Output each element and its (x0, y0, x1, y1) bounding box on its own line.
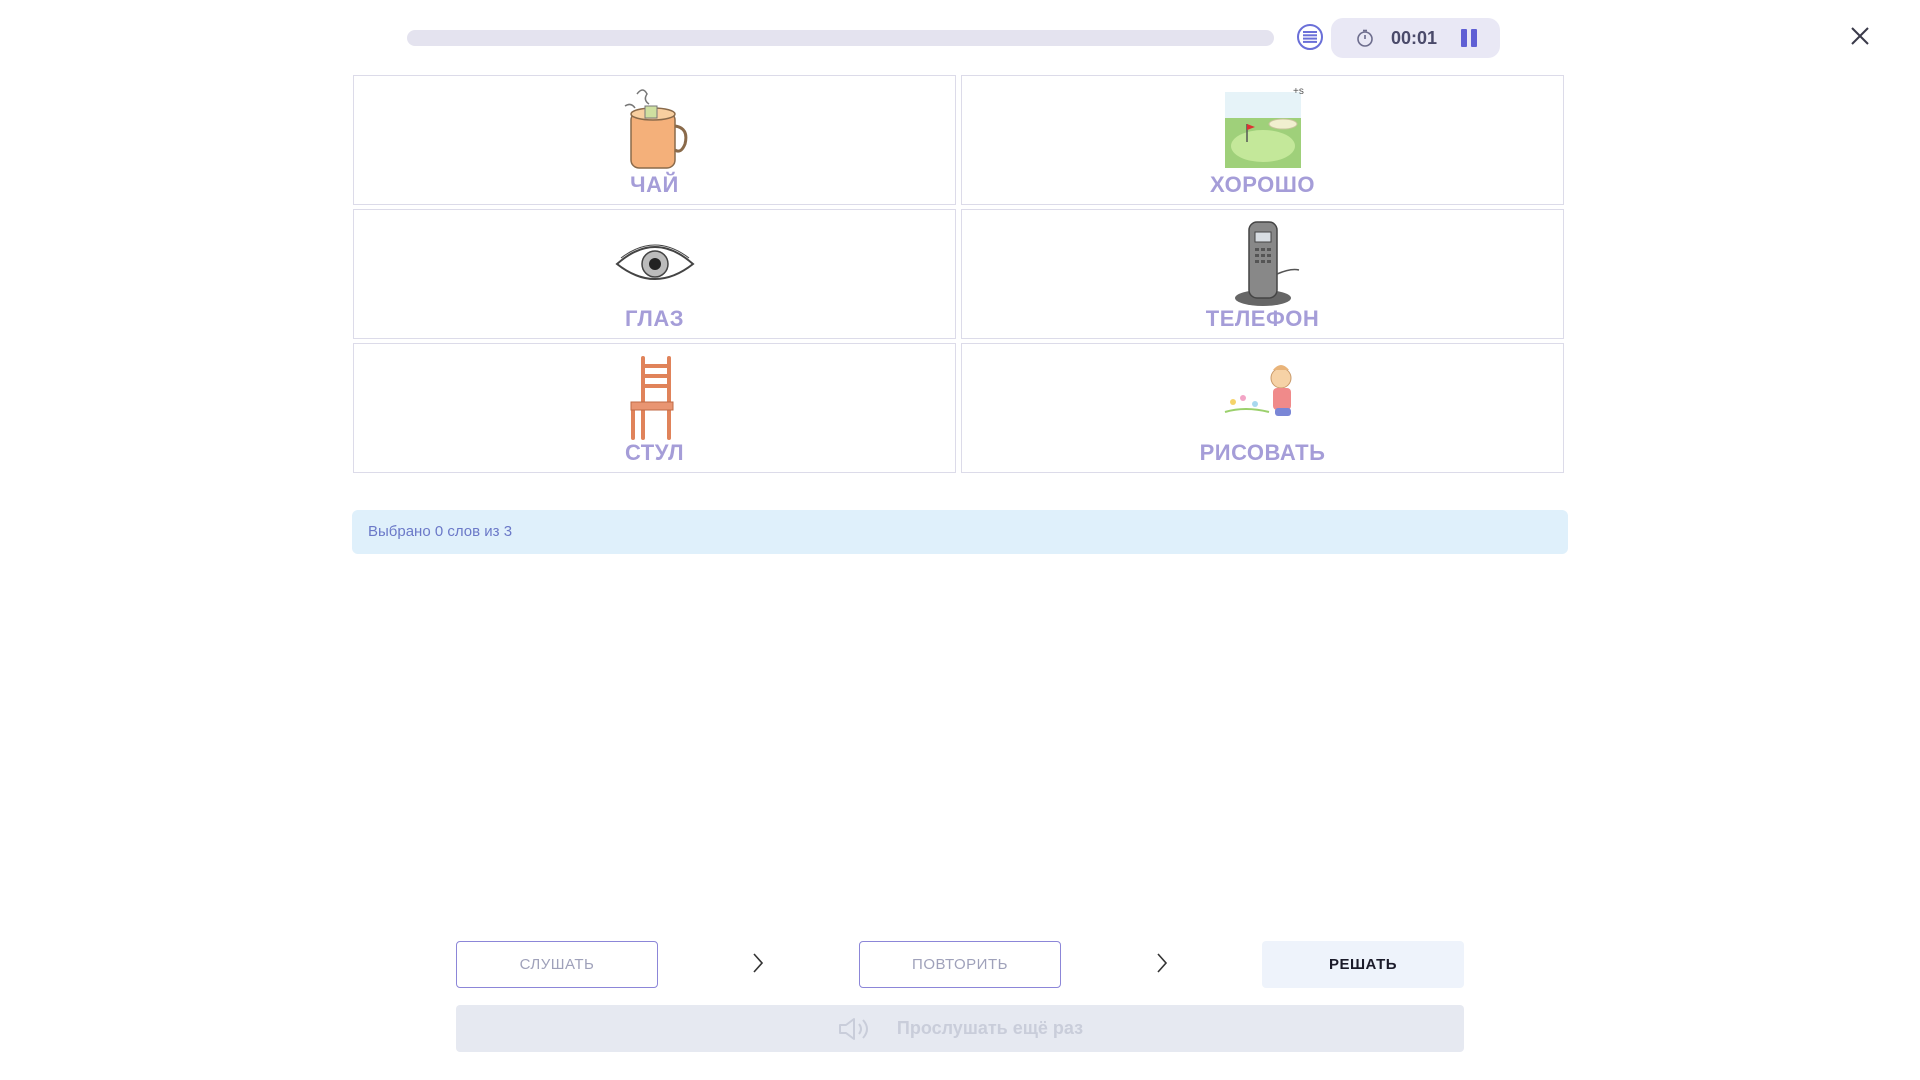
word-label: РИСОВАТЬ (1199, 440, 1326, 465)
selection-status-text: Выбрано 0 слов из 3 (368, 523, 513, 540)
progress-bar (407, 30, 1274, 46)
listen-button[interactable]: СЛУШАТЬ (456, 941, 658, 988)
golf-green-image: +s (1224, 86, 1304, 168)
child-drawing-image (1224, 365, 1291, 416)
pause-button[interactable] (1459, 28, 1479, 48)
word-label: ГЛАЗ (624, 306, 685, 331)
chevron-right-icon (753, 953, 764, 973)
stopwatch-icon (1357, 29, 1373, 47)
word-card-chair[interactable]: СТУЛ (353, 343, 956, 473)
svg-text:+s: +s (1293, 86, 1304, 97)
timer-value: 00:01 (1391, 28, 1438, 48)
cordless-phone-image (1234, 221, 1299, 306)
speaker-icon (838, 1017, 868, 1040)
timer: 00:01 (1331, 18, 1500, 58)
listen-again-label: Прослушать ещё раз (896, 1018, 1084, 1038)
word-label: СТУЛ (624, 440, 685, 465)
close-button[interactable] (1848, 24, 1872, 48)
word-label: ЧАЙ (630, 172, 679, 197)
pause-icon (1461, 29, 1467, 47)
word-card-phone[interactable]: ТЕЛЕФОН (961, 209, 1564, 339)
tea-mug-image (624, 89, 687, 169)
close-icon (1851, 27, 1869, 45)
list-icon (1303, 31, 1317, 43)
top-bar: 00:01 (0, 0, 1920, 75)
word-card-tea[interactable]: ЧАЙ (353, 75, 956, 205)
word-label: ХОРОШО (1210, 172, 1315, 197)
word-card-eye[interactable]: ГЛАЗ (353, 209, 956, 339)
solve-button[interactable]: РЕШАТЬ (1262, 941, 1464, 988)
selection-status: Выбрано 0 слов из 3 (352, 510, 1568, 554)
eye-image (614, 244, 695, 280)
chair-image (630, 356, 673, 440)
word-card-draw[interactable]: РИСОВАТЬ (961, 343, 1564, 473)
chevron-right-icon (1157, 953, 1168, 973)
word-card-good[interactable]: +s ХОРОШО (961, 75, 1564, 205)
word-list-button[interactable] (1297, 24, 1323, 50)
repeat-button[interactable]: ПОВТОРИТЬ (859, 941, 1061, 988)
word-label: ТЕЛЕФОН (1205, 306, 1320, 331)
listen-again-button[interactable]: Прослушать ещё раз (456, 1005, 1464, 1052)
